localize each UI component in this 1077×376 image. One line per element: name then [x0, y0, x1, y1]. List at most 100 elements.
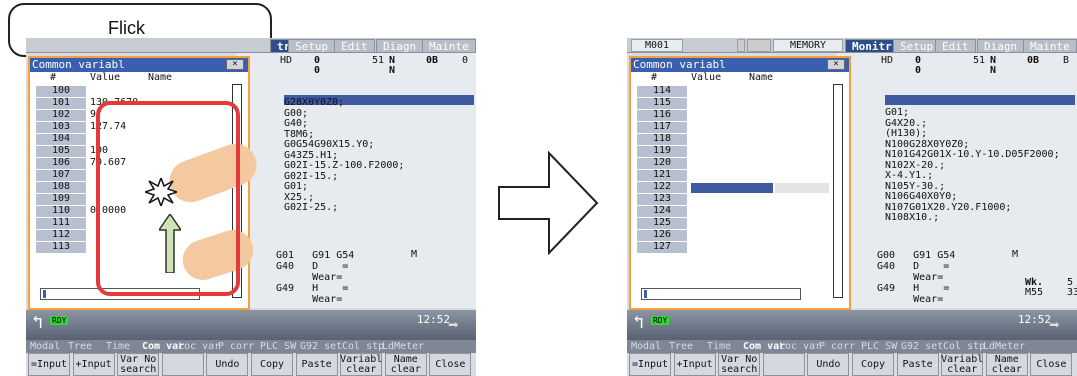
- variable-number-cell[interactable]: 126: [637, 229, 687, 241]
- back-arrow-icon[interactable]: ↰: [633, 314, 651, 332]
- function-key[interactable]: [762, 353, 805, 376]
- variable-number-cell[interactable]: 103: [36, 121, 86, 133]
- variable-number-cell[interactable]: 100: [36, 85, 86, 97]
- function-key[interactable]: Copy: [852, 353, 894, 376]
- next-arrow-icon[interactable]: ➡: [448, 317, 472, 335]
- variable-number-cell[interactable]: 116: [637, 109, 687, 121]
- variable-number-cell[interactable]: 104: [36, 133, 86, 145]
- variable-number-cell[interactable]: 112: [36, 229, 86, 241]
- variable-number-cell[interactable]: 107: [36, 169, 86, 181]
- menu-item[interactable]: LdMeter: [382, 340, 424, 353]
- function-key[interactable]: +Input: [72, 353, 115, 376]
- program-line: G01;: [284, 181, 309, 192]
- menu-item[interactable]: LdMeter: [983, 340, 1025, 353]
- variable-number-cell[interactable]: 114: [637, 85, 687, 97]
- menu-item[interactable]: G92 set: [300, 340, 342, 353]
- variable-number-cell[interactable]: 123: [637, 193, 687, 205]
- modal-line: G40 D =: [877, 261, 950, 272]
- hd-label: HD: [280, 55, 293, 66]
- variable-number-cell[interactable]: 118: [637, 133, 687, 145]
- variable-number-cell[interactable]: 105: [36, 145, 86, 157]
- menu-item[interactable]: Modal: [30, 340, 60, 353]
- menu-item[interactable]: Time: [707, 340, 731, 353]
- variable-number-cell[interactable]: 106: [36, 157, 86, 169]
- variable-number-cell[interactable]: 110: [36, 205, 86, 217]
- variable-number-cell[interactable]: 122: [637, 181, 687, 193]
- menu-item[interactable]: Tree: [669, 340, 693, 353]
- function-key[interactable]: [161, 353, 204, 376]
- menu-item[interactable]: P corr: [218, 340, 254, 353]
- function-key[interactable]: Undo: [807, 353, 850, 376]
- tab-mainte[interactable]: Mainte: [422, 39, 476, 53]
- function-key[interactable]: Paste: [896, 353, 939, 376]
- function-key[interactable]: Copy: [251, 353, 293, 376]
- hd-value-2: 51: [372, 55, 385, 66]
- variable-number-cell[interactable]: 120: [637, 157, 687, 169]
- selected-value-cell[interactable]: [691, 183, 773, 193]
- function-key[interactable]: +Input: [673, 353, 716, 376]
- back-arrow-icon[interactable]: ↰: [32, 314, 50, 332]
- tab-monitor[interactable]: Monitr: [845, 39, 899, 53]
- menu-item[interactable]: Tree: [68, 340, 92, 353]
- function-key[interactable]: Close: [429, 353, 472, 376]
- left-cnc-screen: tr Setup Edit Diagn Mainte HD 0 51 N 0B …: [26, 38, 476, 376]
- tab-setup[interactable]: Setup: [893, 39, 941, 53]
- close-icon[interactable]: ×: [827, 59, 845, 70]
- tab-diagn[interactable]: Diagn: [977, 39, 1025, 53]
- col-value-header: Value: [90, 72, 121, 83]
- program-line: G01;: [885, 107, 910, 118]
- variable-number-cell[interactable]: 113: [36, 241, 86, 253]
- menu-item[interactable]: Time: [106, 340, 130, 353]
- vertical-scrollbar[interactable]: [833, 84, 843, 298]
- function-key[interactable]: Var No search: [117, 353, 160, 376]
- right-cnc-screen: M001 MEMORY Monitr Setup Edit Diagn Main…: [627, 38, 1077, 376]
- function-key[interactable]: Close: [1030, 353, 1073, 376]
- variable-number-cell[interactable]: 109: [36, 193, 86, 205]
- variable-number-cell[interactable]: 127: [637, 241, 687, 253]
- selected-name-cell[interactable]: [775, 183, 829, 193]
- variable-number-cell[interactable]: 125: [637, 217, 687, 229]
- menu-item[interactable]: Modal: [631, 340, 661, 353]
- m55-value: 33: [1067, 287, 1077, 298]
- menu-item[interactable]: Loc var: [178, 340, 220, 353]
- tab-edit[interactable]: Edit: [935, 39, 976, 53]
- menu-item[interactable]: G92 set: [901, 340, 943, 353]
- variable-number-cell[interactable]: 121: [637, 169, 687, 181]
- variable-number-cell[interactable]: 101: [36, 97, 86, 109]
- hd-sub-value: 0: [915, 65, 922, 76]
- program-number: M001: [631, 39, 683, 52]
- tab-edit[interactable]: Edit: [334, 39, 375, 53]
- variable-number-cell[interactable]: 119: [637, 145, 687, 157]
- menu-item[interactable]: PLC SW: [861, 340, 897, 353]
- menu-item[interactable]: Col stp: [943, 340, 985, 353]
- function-key[interactable]: Undo: [206, 353, 249, 376]
- status-footer: [627, 310, 1077, 340]
- variable-number-cell[interactable]: 102: [36, 109, 86, 121]
- function-key[interactable]: =Input: [28, 353, 70, 376]
- tab-mainte[interactable]: Mainte: [1023, 39, 1077, 53]
- function-key[interactable]: Paste: [295, 353, 338, 376]
- function-key[interactable]: Name clear: [384, 353, 427, 376]
- function-key[interactable]: =Input: [629, 353, 671, 376]
- function-key[interactable]: Variabl clear: [340, 353, 382, 376]
- menu-item[interactable]: P corr: [819, 340, 855, 353]
- function-key[interactable]: Variabl clear: [941, 353, 983, 376]
- menu-item[interactable]: PLC SW: [260, 340, 296, 353]
- next-arrow-icon[interactable]: ➡: [1049, 317, 1073, 335]
- variable-number-cell[interactable]: 124: [637, 205, 687, 217]
- variable-number-cell[interactable]: 117: [637, 121, 687, 133]
- program-listing: G28X0Y0Z0; G00; G40; T8M6; G0G54G90X15.Y0; G4…: [284, 97, 404, 214]
- close-icon[interactable]: ×: [226, 59, 244, 70]
- tab-setup[interactable]: Setup: [288, 39, 336, 53]
- function-key[interactable]: Name clear: [985, 353, 1028, 376]
- menu-item[interactable]: Loc var: [779, 340, 821, 353]
- function-key[interactable]: Var No search: [718, 353, 761, 376]
- variable-number-cell[interactable]: 111: [36, 217, 86, 229]
- col-value-header: Value: [691, 72, 722, 83]
- program-listing: G01; G4X20.; (H130); N100G28X0Y0Z0; N101G42G…: [885, 107, 1060, 224]
- menu-item[interactable]: Col stp: [342, 340, 384, 353]
- tab-diagn[interactable]: Diagn: [376, 39, 424, 53]
- variable-number-cell[interactable]: 108: [36, 181, 86, 193]
- horizontal-scrollbar[interactable]: [641, 288, 801, 300]
- variable-number-cell[interactable]: 115: [637, 97, 687, 109]
